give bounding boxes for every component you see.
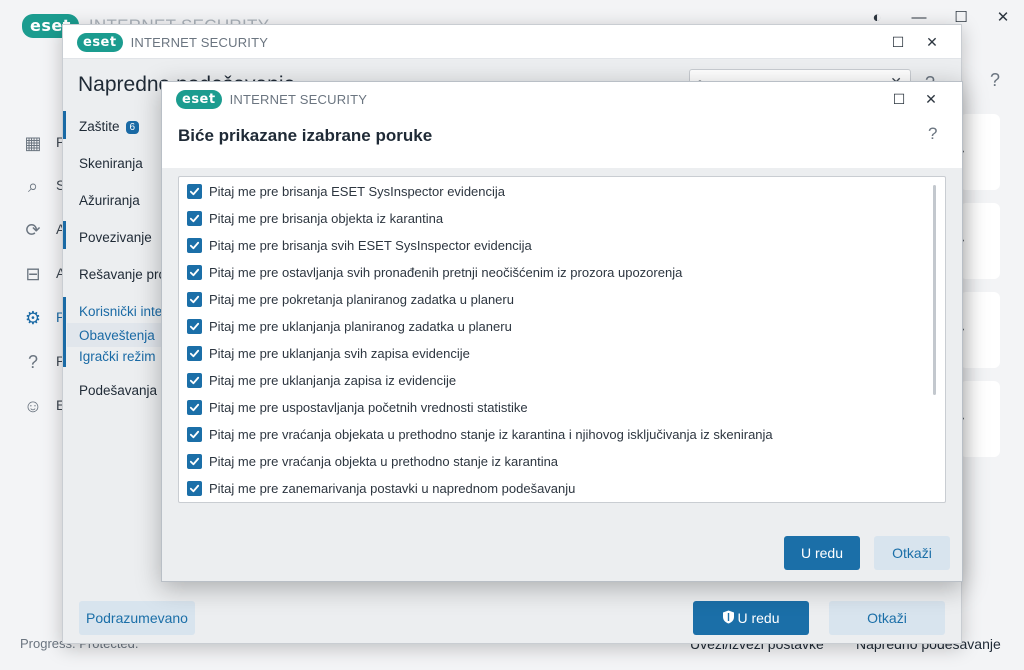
messages-dialog: eset INTERNET SECURITY ☐ ✕ Biće prikazan… bbox=[161, 81, 963, 582]
nav-item-label: Zaštite bbox=[79, 119, 120, 134]
message-option-label: Pitaj me pre uklanjanja zapisa iz eviden… bbox=[209, 372, 457, 388]
message-option-label: Pitaj me pre ostavljanja svih pronađenih… bbox=[209, 264, 683, 280]
checkbox[interactable] bbox=[187, 237, 202, 253]
dialog-header: Biće prikazane izabrane poruke ? bbox=[162, 116, 962, 168]
search-icon[interactable]: ⌕ bbox=[22, 175, 44, 197]
eset-logo-mark: eset bbox=[77, 33, 123, 52]
help-circle-icon[interactable]: ? bbox=[22, 351, 44, 373]
nav-group-marker bbox=[63, 111, 66, 139]
dialog-titlebar: eset INTERNET SECURITY ☐ ✕ bbox=[162, 82, 962, 116]
eset-logo-mark: eset bbox=[176, 90, 222, 109]
message-option-label: Pitaj me pre brisanja ESET SysInspector … bbox=[209, 183, 506, 199]
checkbox[interactable] bbox=[187, 183, 202, 199]
dialog-ok-button[interactable]: U redu bbox=[784, 536, 860, 570]
message-option-row[interactable]: Pitaj me pre vraćanja objekta u prethodn… bbox=[187, 450, 558, 472]
message-option-row[interactable]: Pitaj me pre uklanjanja planiranog zadat… bbox=[187, 315, 512, 337]
dashboard-icon[interactable]: ▦ bbox=[22, 132, 44, 154]
nav-item-azuriranja[interactable]: Ažuriranja bbox=[79, 193, 140, 208]
help-icon[interactable]: ? bbox=[928, 124, 937, 144]
message-option-label: Pitaj me pre vraćanja objekta u prethodn… bbox=[209, 453, 559, 469]
setup-card[interactable] bbox=[960, 203, 1000, 279]
setup-card[interactable] bbox=[960, 114, 1000, 190]
nav-item-obavestenja[interactable]: Obaveštenja bbox=[79, 328, 155, 343]
close-icon[interactable]: ✕ bbox=[920, 30, 944, 54]
advanced-footer: Podrazumevano U redu Otkaži bbox=[63, 590, 961, 645]
message-option-row[interactable]: Pitaj me pre uklanjanja zapisa iz eviden… bbox=[187, 369, 456, 391]
dialog-title: Biće prikazane izabrane poruke bbox=[178, 126, 433, 145]
checkbox[interactable] bbox=[187, 426, 202, 442]
message-option-label: Pitaj me pre zanemarivanja postavki u na… bbox=[209, 480, 576, 496]
count-badge: 6 bbox=[125, 121, 140, 134]
dialog-product-name: INTERNET SECURITY bbox=[229, 92, 368, 107]
nav-item-skeniranja[interactable]: Skeniranja bbox=[79, 156, 143, 171]
setup-card[interactable] bbox=[960, 381, 1000, 457]
nav-group-marker bbox=[63, 297, 66, 367]
briefcase-icon[interactable]: ⊟ bbox=[22, 263, 44, 285]
close-icon[interactable]: ✕ bbox=[988, 6, 1018, 28]
message-option-label: Pitaj me pre vraćanja objekata u prethod… bbox=[209, 426, 773, 442]
shield-icon bbox=[722, 610, 735, 627]
dialog-logo: eset INTERNET SECURITY bbox=[176, 90, 367, 109]
checkbox[interactable] bbox=[187, 480, 202, 496]
checkbox[interactable] bbox=[187, 264, 202, 280]
message-option-row[interactable]: Pitaj me pre ostavljanja svih pronađenih… bbox=[187, 261, 682, 283]
message-option-row[interactable]: Pitaj me pre brisanja svih ESET SysInspe… bbox=[187, 234, 532, 256]
checkbox[interactable] bbox=[187, 372, 202, 388]
message-option-row[interactable]: Pitaj me pre zanemarivanja postavki u na… bbox=[187, 477, 575, 499]
message-option-row[interactable]: Pitaj me pre vraćanja objekata u prethod… bbox=[187, 423, 773, 445]
scrollbar[interactable] bbox=[933, 185, 936, 395]
checkbox[interactable] bbox=[187, 453, 202, 469]
nav-item-zastite[interactable]: Zaštite 6 bbox=[79, 119, 140, 134]
message-option-label: Pitaj me pre brisanja objekta iz karanti… bbox=[209, 210, 444, 226]
message-option-row[interactable]: Pitaj me pre brisanja ESET SysInspector … bbox=[187, 180, 505, 202]
advanced-product-name: INTERNET SECURITY bbox=[130, 35, 269, 50]
checkbox[interactable] bbox=[187, 318, 202, 334]
advanced-logo: eset INTERNET SECURITY bbox=[77, 33, 268, 52]
message-option-row[interactable]: Pitaj me pre brisanja objekta iz karanti… bbox=[187, 207, 443, 229]
advanced-titlebar: eset INTERNET SECURITY ☐ ✕ bbox=[63, 25, 961, 59]
message-option-row[interactable]: Pitaj me pre pokretanja planiranog zadat… bbox=[187, 288, 514, 310]
checkbox[interactable] bbox=[187, 210, 202, 226]
checkbox[interactable] bbox=[187, 345, 202, 361]
close-icon[interactable]: ✕ bbox=[919, 87, 943, 111]
refresh-icon[interactable]: ⟳ bbox=[22, 219, 44, 241]
message-option-row[interactable]: Pitaj me pre uspostavljanja početnih vre… bbox=[187, 396, 528, 418]
nav-item-povezivanje[interactable]: Povezivanje bbox=[79, 230, 152, 245]
message-checkbox-list: Pitaj me pre brisanja ESET SysInspector … bbox=[178, 176, 946, 503]
message-option-label: Pitaj me pre uspostavljanja početnih vre… bbox=[209, 399, 528, 415]
nav-item-igracki[interactable]: Igrački režim bbox=[79, 349, 156, 364]
main-help-icon[interactable]: ? bbox=[990, 70, 1000, 91]
checkbox[interactable] bbox=[187, 399, 202, 415]
checkbox[interactable] bbox=[187, 291, 202, 307]
user-account-icon[interactable]: ☺ bbox=[22, 395, 44, 417]
message-option-label: Pitaj me pre pokretanja planiranog zadat… bbox=[209, 291, 514, 307]
nav-group-marker bbox=[63, 221, 66, 249]
advanced-ok-button[interactable]: U redu bbox=[693, 601, 809, 635]
message-option-label: Pitaj me pre brisanja svih ESET SysInspe… bbox=[209, 237, 532, 253]
message-option-row[interactable]: Pitaj me pre uklanjanja svih zapisa evid… bbox=[187, 342, 470, 364]
default-button[interactable]: Podrazumevano bbox=[79, 601, 195, 635]
maximize-icon[interactable]: ☐ bbox=[886, 30, 910, 54]
advanced-ok-label: U redu bbox=[737, 610, 780, 626]
dialog-cancel-button[interactable]: Otkaži bbox=[874, 536, 950, 570]
gear-icon[interactable]: ⚙ bbox=[22, 307, 44, 329]
message-option-label: Pitaj me pre uklanjanja svih zapisa evid… bbox=[209, 345, 470, 361]
setup-card[interactable] bbox=[960, 292, 1000, 368]
advanced-cancel-button[interactable]: Otkaži bbox=[829, 601, 945, 635]
message-option-label: Pitaj me pre uklanjanja planiranog zadat… bbox=[209, 318, 512, 334]
maximize-icon[interactable]: ☐ bbox=[887, 87, 911, 111]
